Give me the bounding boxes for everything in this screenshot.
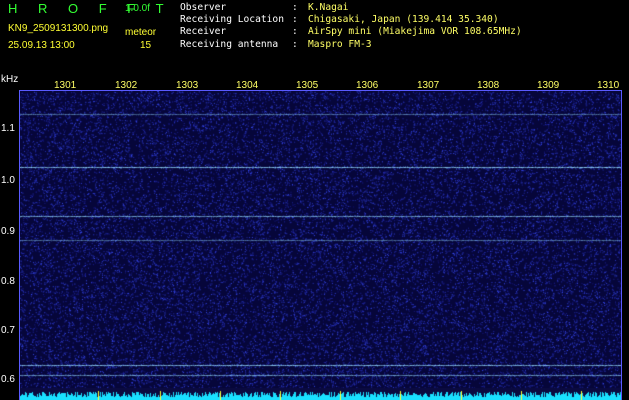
info-key: Receiving antenna	[180, 38, 279, 50]
spectrogram-plot	[20, 91, 622, 400]
freq-tick-label: 0.8	[1, 276, 15, 287]
info-key: Receiving Location	[180, 14, 284, 26]
freq-tick-label: 0.7	[1, 325, 15, 336]
info-value: Maspro FM-3	[308, 38, 372, 50]
freq-tick-label: 1.0	[1, 175, 15, 186]
time-tick-label: 1310	[597, 80, 620, 91]
info-row-receiver: Receiver: AirSpy mini (Miakejima VOR 108.…	[180, 26, 522, 38]
time-tick-label: 1304	[236, 80, 259, 91]
time-tick-label: 1301	[54, 80, 77, 91]
info-row-location: Receiving Location: Chigasaki, Japan (139…	[180, 14, 522, 26]
freq-tick-label: 0.6	[1, 374, 15, 385]
time-tick-label: 1307	[417, 80, 440, 91]
info-row-observer: Observer: K.Nagai	[180, 2, 522, 14]
hrofft-window: H R O F F T 1.0.0f KN9_2509131300.png 25…	[0, 0, 629, 400]
meteor-count-label: meteor	[125, 27, 157, 38]
time-tick-label: 1306	[356, 80, 379, 91]
info-separator: :	[292, 38, 298, 50]
observation-info: Observer: K.Nagai Receiving Location: Chig…	[180, 2, 522, 51]
file-name: KN9_2509131300.png	[8, 23, 109, 34]
info-key: Receiver	[180, 26, 227, 38]
info-value: AirSpy mini (Miakejima VOR 108.65MHz)	[308, 26, 522, 38]
time-tick-label: 1302	[115, 80, 138, 91]
info-key: Observer	[180, 2, 227, 13]
info-separator: :	[292, 14, 298, 26]
frequency-unit-label: kHz	[1, 74, 19, 85]
time-tick-label: 1309	[537, 80, 560, 91]
info-value: K.Nagai	[308, 2, 349, 13]
freq-tick-label: 1.1	[1, 123, 15, 134]
app-version: 1.0.0f	[125, 3, 151, 14]
time-tick-label: 1305	[296, 80, 319, 91]
info-separator: :	[292, 2, 298, 13]
time-tick-label: 1308	[477, 80, 500, 91]
file-datetime: 25.09.13 13:00	[8, 40, 75, 51]
info-value: Chigasaki, Japan (139.414 35.340)	[308, 14, 499, 26]
meteor-count-value: 15	[140, 40, 152, 51]
info-row-antenna: Receiving antenna: Maspro FM-3	[180, 39, 522, 51]
time-tick-label: 1303	[176, 80, 199, 91]
info-separator: :	[292, 26, 298, 38]
freq-tick-label: 0.9	[1, 226, 15, 237]
